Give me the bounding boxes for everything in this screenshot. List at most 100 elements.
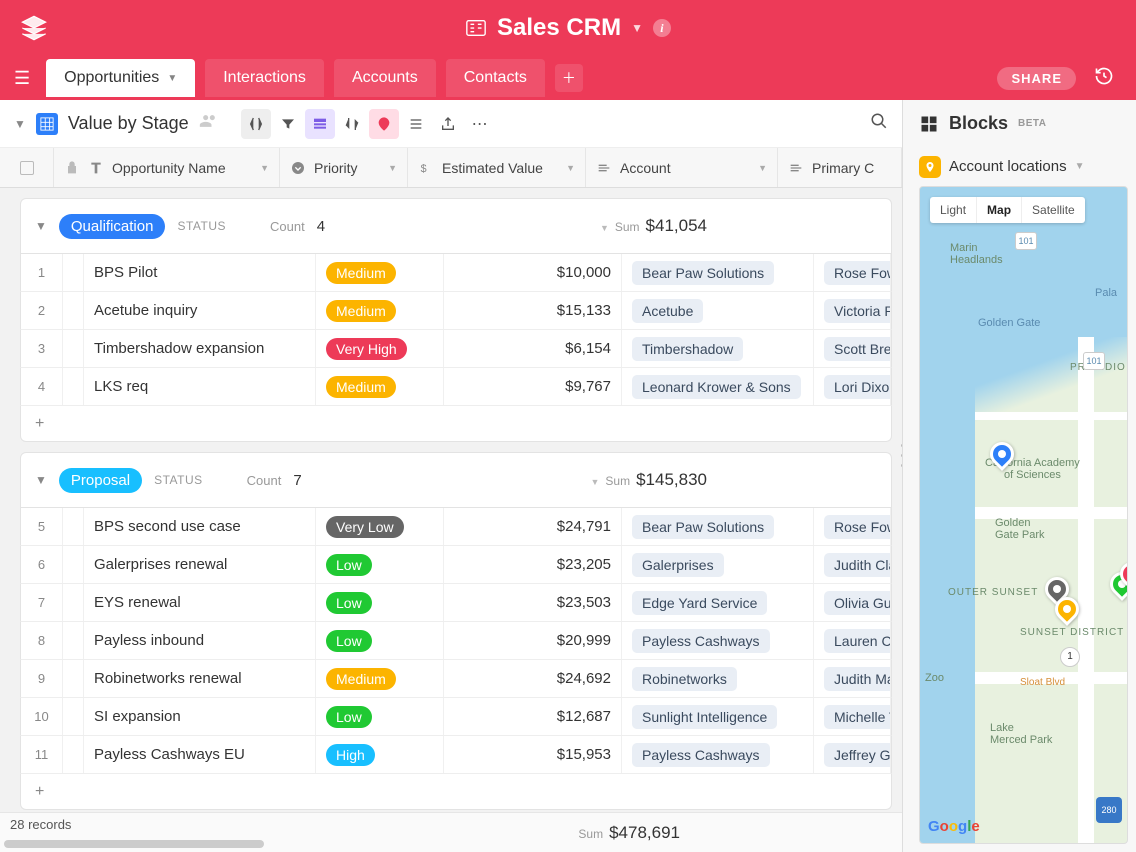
cell-contact[interactable]: Rose Fowler — [814, 508, 891, 545]
cell-name[interactable]: Payless inbound — [84, 622, 316, 659]
cell-contact[interactable]: Lori Dixon - — [814, 368, 891, 405]
cell-contact[interactable]: Judith Clark — [814, 546, 891, 583]
col-account[interactable]: Account▼ — [586, 148, 778, 187]
table-row[interactable]: 8 Payless inbound Low $20,999 Payless Ca… — [20, 622, 892, 660]
cell-value[interactable]: $6,154 — [444, 330, 622, 367]
cell-contact[interactable]: Rose Fowler — [814, 254, 891, 291]
table-row[interactable]: 7 EYS renewal Low $23,503 Edge Yard Serv… — [20, 584, 892, 622]
cell-name[interactable]: Acetube inquiry — [84, 292, 316, 329]
table-row[interactable]: 10 SI expansion Low $12,687 Sunlight Int… — [20, 698, 892, 736]
cell-name[interactable]: BPS second use case — [84, 508, 316, 545]
cell-priority[interactable]: Low — [316, 698, 444, 735]
cell-priority[interactable]: Medium — [316, 292, 444, 329]
cell-name[interactable]: SI expansion — [84, 698, 316, 735]
table-row[interactable]: 2 Acetube inquiry Medium $15,133 Acetube… — [20, 292, 892, 330]
cell-value[interactable]: $15,953 — [444, 736, 622, 773]
cell-contact[interactable]: Olivia Guzma — [814, 584, 891, 621]
cell-value[interactable]: $23,205 — [444, 546, 622, 583]
cell-value[interactable]: $9,767 — [444, 368, 622, 405]
views-dropdown[interactable]: ▼ — [14, 117, 26, 131]
cell-account[interactable]: Bear Paw Solutions — [622, 508, 814, 545]
cell-account[interactable]: Galerprises — [622, 546, 814, 583]
cell-priority[interactable]: Low — [316, 546, 444, 583]
add-table-button[interactable]: ＋ — [555, 64, 583, 92]
collapse-icon[interactable]: ▼ — [35, 219, 47, 233]
cell-priority[interactable]: Medium — [316, 368, 444, 405]
table-row[interactable]: 6 Galerprises renewal Low $23,205 Galerp… — [20, 546, 892, 584]
cell-account[interactable]: Robinetworks — [622, 660, 814, 697]
cell-account[interactable]: Payless Cashways — [622, 622, 814, 659]
cell-value[interactable]: $20,999 — [444, 622, 622, 659]
table-body[interactable]: ▼ Qualification STATUS Count 4 ▼Sum$41,0… — [0, 188, 902, 852]
group-header[interactable]: ▼ Proposal STATUS Count 7 ▼Sum$145,830 — [20, 452, 892, 508]
cell-priority[interactable]: Low — [316, 622, 444, 659]
table-row[interactable]: 4 LKS req Medium $9,767 Leonard Krower &… — [20, 368, 892, 406]
cell-value[interactable]: $24,791 — [444, 508, 622, 545]
cell-priority[interactable]: Medium — [316, 254, 444, 291]
cell-name[interactable]: BPS Pilot — [84, 254, 316, 291]
table-row[interactable]: 5 BPS second use case Very Low $24,791 B… — [20, 508, 892, 546]
table-row[interactable]: 11 Payless Cashways EU High $15,953 Payl… — [20, 736, 892, 774]
collaborators-icon[interactable] — [199, 111, 219, 136]
select-all-checkbox[interactable] — [20, 161, 34, 175]
add-row-button[interactable]: + — [20, 774, 892, 810]
cell-account[interactable]: Leonard Krower & Sons — [622, 368, 814, 405]
block-dropdown[interactable]: ▼ — [1075, 161, 1085, 172]
tab-contacts[interactable]: Contacts — [446, 59, 545, 97]
cell-account[interactable]: Bear Paw Solutions — [622, 254, 814, 291]
cell-account[interactable]: Timbershadow — [622, 330, 814, 367]
cell-contact[interactable]: Michelle Tor — [814, 698, 891, 735]
tab-opportunities[interactable]: Opportunities▼ — [46, 59, 195, 97]
cell-value[interactable]: $24,692 — [444, 660, 622, 697]
cell-priority[interactable]: Very Low — [316, 508, 444, 545]
cell-value[interactable]: $23,503 — [444, 584, 622, 621]
add-row-button[interactable]: + — [20, 406, 892, 442]
info-icon[interactable]: i — [653, 19, 671, 37]
col-priority[interactable]: Priority▼ — [280, 148, 408, 187]
collapse-icon[interactable]: ▼ — [35, 473, 47, 487]
cell-account[interactable]: Payless Cashways — [622, 736, 814, 773]
table-row[interactable]: 3 Timbershadow expansion Very High $6,15… — [20, 330, 892, 368]
block-name[interactable]: Account locations — [949, 158, 1067, 175]
tab-accounts[interactable]: Accounts — [334, 59, 436, 97]
map-type-selector[interactable]: LightMapSatellite — [930, 197, 1085, 223]
cell-contact[interactable]: Judith May - — [814, 660, 891, 697]
cell-contact[interactable]: Victoria Port — [814, 292, 891, 329]
cell-contact[interactable]: Jeffrey Gran — [814, 736, 891, 773]
col-primary-contact[interactable]: Primary C — [778, 148, 902, 187]
cell-priority[interactable]: High — [316, 736, 444, 773]
horizontal-scrollbar[interactable] — [4, 840, 264, 848]
cell-priority[interactable]: Very High — [316, 330, 444, 367]
cell-value[interactable]: $15,133 — [444, 292, 622, 329]
group-tool[interactable] — [305, 109, 335, 139]
color-tool[interactable] — [369, 109, 399, 139]
search-icon[interactable] — [870, 112, 888, 135]
cell-name[interactable]: Timbershadow expansion — [84, 330, 316, 367]
table-row[interactable]: 1 BPS Pilot Medium $10,000 Bear Paw Solu… — [20, 254, 892, 292]
cell-contact[interactable]: Scott Brewe — [814, 330, 891, 367]
cell-name[interactable]: Galerprises renewal — [84, 546, 316, 583]
hamburger-icon[interactable]: ☰ — [14, 68, 30, 89]
app-title-dropdown[interactable]: ▼ — [631, 21, 643, 35]
cell-name[interactable]: EYS renewal — [84, 584, 316, 621]
cell-value[interactable]: $10,000 — [444, 254, 622, 291]
more-tool[interactable]: ⋯ — [465, 109, 495, 139]
table-row[interactable]: 9 Robinetworks renewal Medium $24,692 Ro… — [20, 660, 892, 698]
filter-tool[interactable] — [273, 109, 303, 139]
sort-tool[interactable] — [337, 109, 367, 139]
col-estimated-value[interactable]: $ Estimated Value▼ — [408, 148, 586, 187]
view-name[interactable]: Value by Stage — [68, 113, 189, 134]
cell-priority[interactable]: Low — [316, 584, 444, 621]
cell-priority[interactable]: Medium — [316, 660, 444, 697]
tab-interactions[interactable]: Interactions — [205, 59, 324, 97]
cell-account[interactable]: Sunlight Intelligence — [622, 698, 814, 735]
cell-value[interactable]: $12,687 — [444, 698, 622, 735]
share-view-tool[interactable] — [433, 109, 463, 139]
cell-name[interactable]: LKS req — [84, 368, 316, 405]
cell-account[interactable]: Edge Yard Service — [622, 584, 814, 621]
rowheight-tool[interactable] — [401, 109, 431, 139]
share-button[interactable]: SHARE — [997, 67, 1076, 90]
app-logo[interactable] — [20, 14, 48, 47]
history-icon[interactable] — [1094, 66, 1114, 91]
cell-name[interactable]: Payless Cashways EU — [84, 736, 316, 773]
